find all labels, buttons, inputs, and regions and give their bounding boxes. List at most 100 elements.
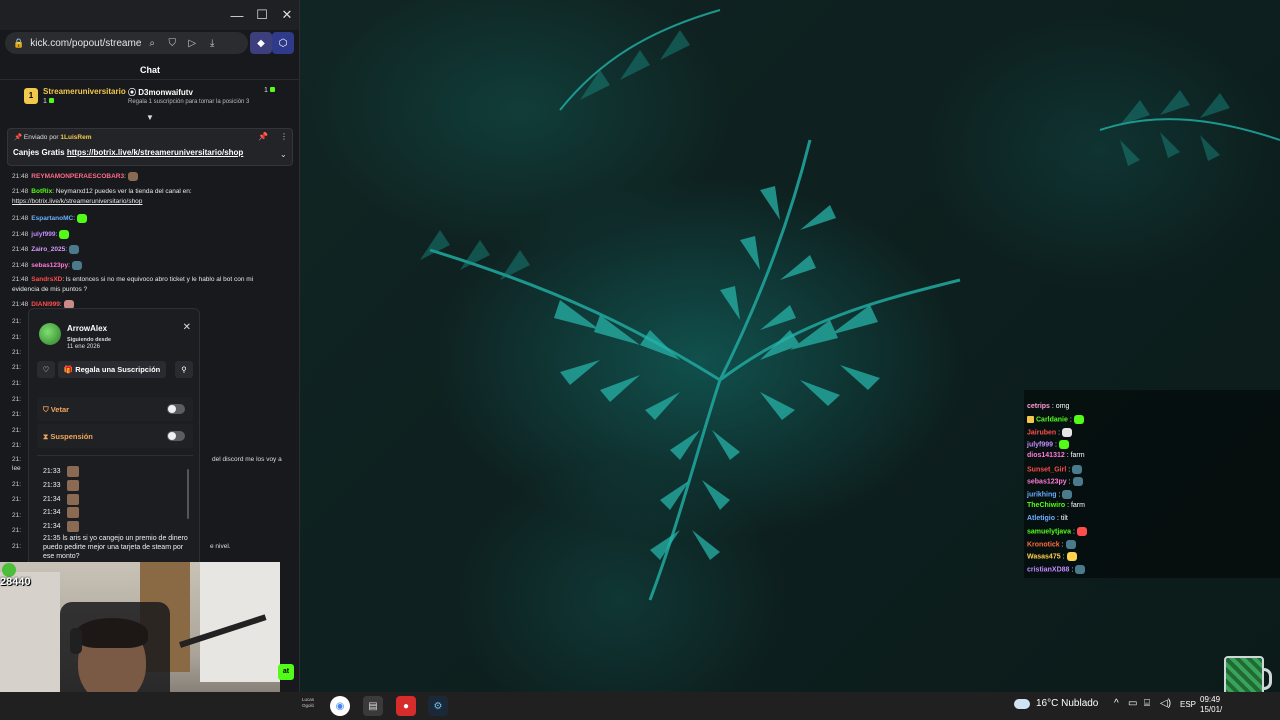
maximize-button[interactable]: ☐ <box>250 0 274 30</box>
lock-icon: 🔒 <box>13 37 25 48</box>
chat-message[interactable]: 21:48 Zairo_2025: <box>12 245 80 254</box>
chevron-down-icon[interactable]: ⌄ <box>280 150 287 159</box>
close-button[interactable]: ✕ <box>275 0 299 30</box>
heart-icon: ♡ <box>42 365 50 374</box>
steam-icon[interactable]: ⚙ <box>428 696 448 716</box>
pinned-sender: 📌 Enviado por 1LuisRem <box>14 134 92 141</box>
chat-message[interactable]: 21:48 SandrsXD: ls entonces si no me equi… <box>12 276 253 283</box>
leaderboard-sub-text: Regala 1 suscripción para tomar la posic… <box>128 99 250 105</box>
file-explorer-icon[interactable]: ▤ <box>363 696 383 716</box>
following-date: 11 ene 2026 <box>67 344 100 350</box>
address-bar[interactable]: 🔒 kick.com/popout/streameruni ⌕ ⛉ ▷ ⤓ <box>5 32 248 54</box>
ban-toggle[interactable] <box>167 404 185 414</box>
avatar <box>39 323 61 345</box>
extension-box-icon[interactable]: ⬡ <box>272 32 294 54</box>
network-icon[interactable]: ⌸ <box>1144 698 1150 709</box>
chat-timestamp: 21: <box>12 334 22 341</box>
overlay-chat-line: sebas123py : <box>1027 477 1083 486</box>
minimize-button[interactable]: — <box>225 0 249 30</box>
user-card-popup: ArrowAlex Siguiendo desde 11 ene 2026 ✕ … <box>28 308 200 568</box>
log-time: 21:34 <box>43 523 61 530</box>
leaderboard-first-name[interactable]: Streameruniversitario <box>43 87 126 96</box>
chevron-up-icon[interactable]: ^ <box>1114 698 1119 709</box>
overlay-chat-line: jurikhing : <box>1027 490 1073 499</box>
title-bar: — ☐ ✕ <box>0 0 299 30</box>
extension-diamond-icon[interactable]: ◆ <box>250 32 272 54</box>
gift-icon: 🎁 <box>63 365 76 374</box>
search-icon[interactable]: ⌕ <box>142 38 162 49</box>
overlay-chat-line: dios141312 : farm <box>1027 452 1085 459</box>
leaderboard-first-count: 1 <box>43 98 54 105</box>
scrollbar[interactable] <box>187 469 189 519</box>
log-time: 21:33 <box>43 482 61 489</box>
chat-timestamp: 21: <box>12 512 22 519</box>
chat-message[interactable]: 21:48 julyf999: <box>12 230 70 239</box>
weather-widget[interactable]: 16°C Nublado <box>1014 698 1098 709</box>
volume-icon[interactable]: ◁) <box>1160 698 1171 709</box>
overlay-chat-line: samuelytjava : <box>1027 527 1087 536</box>
user-card-name[interactable]: ArrowAlex <box>67 324 107 333</box>
pinned-text[interactable]: Canjes Gratis https://botrix.live/k/stre… <box>13 148 243 157</box>
shield-icon[interactable]: ⛉ <box>162 38 182 49</box>
rank-badge: 1 <box>24 88 38 104</box>
following-label: Siguiendo desde <box>67 337 112 343</box>
chat-timestamp: 21: <box>12 481 22 488</box>
taskbar: Lucas Ogoló ◉ ▤ ● ⚙ 16°C Nublado ^ ▭ ⌸ ◁… <box>0 692 1280 720</box>
cloud-icon <box>1014 698 1030 709</box>
chat-timestamp: 21: <box>12 427 22 434</box>
chat-timestamp: 21: <box>12 349 22 356</box>
chat-timestamp: 21: <box>12 380 22 387</box>
chat-message[interactable]: 21:48 sebas123py: <box>12 261 82 270</box>
clock[interactable]: 09:49 15/01/ <box>1200 695 1222 715</box>
timeout-label: ⧗ Suspensión <box>43 432 93 441</box>
overlay-chat-line: julyf999 : <box>1027 440 1069 449</box>
pinned-message[interactable]: 📌 Enviado por 1LuisRem Canjes Gratis htt… <box>7 128 293 166</box>
chat-timestamp: 21: <box>12 396 22 403</box>
timeout-toggle[interactable] <box>167 431 185 441</box>
mod-action-button[interactable]: ⚲ <box>175 361 193 378</box>
battery-icon[interactable]: ▭ <box>1128 698 1137 709</box>
chat-message[interactable]: 21:48 BotRix: Neymarxd12 puedes ver la ti… <box>12 188 192 195</box>
download-icon[interactable]: ⤓ <box>202 38 222 49</box>
url-text[interactable]: kick.com/popout/streameruni <box>30 38 142 49</box>
wand-icon: ⚲ <box>181 365 187 374</box>
chrome-icon[interactable]: ◉ <box>330 696 350 716</box>
taskbar-app-label[interactable]: Lucas Ogoló <box>296 697 320 709</box>
chat-timestamp: 21: <box>12 496 22 503</box>
chat-fragment: e nivel. <box>210 543 231 550</box>
collapse-arrow-icon[interactable]: ▼ <box>146 113 154 122</box>
record-app-icon[interactable]: ● <box>396 696 416 716</box>
send-icon[interactable]: ▷ <box>182 38 202 49</box>
viewer-count: 28440 <box>0 576 31 588</box>
user-message-log: 21:33 21:33 21:34 21:34 21:34 21:35 ls a… <box>37 455 193 565</box>
log-message: 21:35 ls aris si yo cangejo un premio de… <box>43 535 188 560</box>
chat-timestamp: 21: <box>12 527 22 534</box>
overlay-chat-line: TheChiwiro : farm <box>1027 502 1085 509</box>
chat-message[interactable]: 21:48 REYMAMONPERAESCOBAR3: <box>12 172 138 181</box>
timeout-row[interactable]: ⧗ Suspensión <box>37 424 193 448</box>
chat-timestamp: 21: <box>12 364 22 371</box>
close-icon[interactable]: ✕ <box>183 322 191 333</box>
language-indicator[interactable]: ESP <box>1180 700 1196 709</box>
ban-row[interactable]: ⛉ Vetar <box>37 397 193 421</box>
leaderboard-second-name[interactable]: ⦿ D3monwaifutv <box>128 87 193 98</box>
pin-icon[interactable]: 📌 <box>258 132 268 141</box>
chat-message[interactable]: 21:48 EspartanoMC: <box>12 214 87 223</box>
chat-link[interactable]: https://botrix.live/k/streameruniversita… <box>12 198 142 205</box>
chat-title: Chat <box>0 60 299 80</box>
log-time: 21:34 <box>43 509 61 516</box>
viewer-avatar <box>2 563 16 577</box>
overlay-chat-line: cristianXD88 : <box>1027 565 1086 574</box>
stream-chat-overlay: cetrips : omg Carldanie : Jairuben : jul… <box>1024 390 1280 578</box>
chat-message-continuation: evidencia de mis puntos ? <box>12 286 88 293</box>
send-chat-button[interactable]: at <box>278 664 294 680</box>
follow-heart-button[interactable]: ♡ <box>37 361 55 378</box>
chat-timestamp: 21: <box>12 456 22 463</box>
overlay-chat-line: Jairuben : <box>1027 428 1073 437</box>
overlay-chat-line: Kronotick : <box>1027 540 1076 549</box>
chat-fragment: lee <box>12 465 21 472</box>
more-options-icon[interactable]: ⋮ <box>280 132 288 141</box>
overlay-chat-line: Sunset_Girl : <box>1027 465 1083 474</box>
overlay-chat-line: cetrips : omg <box>1027 403 1070 410</box>
gift-sub-button[interactable]: 🎁 Regala una Suscripción <box>58 361 166 378</box>
